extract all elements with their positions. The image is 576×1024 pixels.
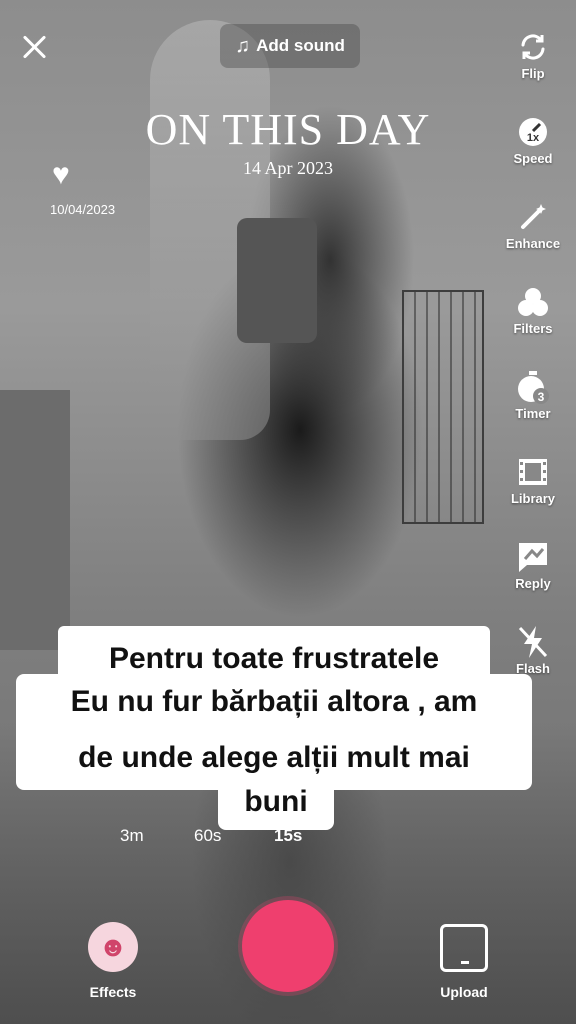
speed-icon: 1x (498, 115, 568, 149)
enhance-label: Enhance (505, 236, 561, 251)
reply-label: Reply (515, 576, 551, 591)
flash-icon (498, 625, 568, 659)
reply-button[interactable]: Reply (498, 540, 568, 591)
library-button[interactable]: Library (498, 455, 568, 506)
memory-title: ON THIS DAY (145, 105, 431, 154)
preview-phone (237, 218, 317, 343)
close-icon[interactable] (20, 32, 50, 62)
upload-icon (440, 924, 488, 972)
duration-15s[interactable]: 15s (274, 826, 302, 846)
duration-3m[interactable]: 3m (120, 826, 144, 846)
music-note-icon: ♫ (235, 34, 251, 57)
flip-icon (498, 30, 568, 64)
speed-label: Speed (513, 151, 553, 166)
timer-icon: 3 (498, 370, 568, 404)
flip-button[interactable]: Flip (498, 30, 568, 81)
library-label: Library (510, 491, 556, 506)
filters-label: Filters (513, 321, 553, 336)
duration-60s[interactable]: 60s (194, 826, 221, 846)
flip-label: Flip (521, 66, 545, 81)
upload-label: Upload (440, 984, 488, 1000)
record-button[interactable] (242, 900, 334, 992)
timer-label: Timer (515, 406, 551, 421)
flash-button[interactable]: Flash (498, 625, 568, 676)
svg-text:3: 3 (538, 390, 545, 404)
timer-button[interactable]: 3 Timer (498, 370, 568, 421)
effects-button[interactable]: ☻ Effects (86, 922, 140, 1000)
svg-text:1x: 1x (527, 132, 540, 144)
caption-line-3: de unde alege alții mult mai (78, 741, 470, 774)
filters-icon (498, 285, 568, 319)
effects-icon: ☻ (88, 922, 138, 972)
add-sound-button[interactable]: ♫ Add sound (220, 24, 360, 68)
library-icon (498, 455, 568, 489)
memory-date: 14 Apr 2023 (243, 158, 333, 178)
reply-icon (498, 540, 568, 574)
filters-button[interactable]: Filters (498, 285, 568, 336)
caption-block[interactable]: Eu nu fur bărbații altora , am de unde a… (16, 674, 532, 790)
caption-line-4[interactable]: buni (218, 780, 334, 830)
effects-label: Effects (89, 984, 137, 1000)
speed-button[interactable]: 1x Speed (498, 115, 568, 166)
upload-button[interactable]: Upload (436, 924, 492, 1000)
enhance-icon (498, 200, 568, 234)
preview-dresser (0, 390, 70, 650)
add-sound-label: Add sound (256, 36, 345, 55)
heart-date: 10/04/2023 (50, 202, 116, 217)
preview-cage (402, 290, 484, 524)
caption-line-2: Eu nu fur bărbații altora , am (70, 685, 478, 718)
enhance-button[interactable]: Enhance (498, 200, 568, 251)
heart-icon[interactable]: ♥ (52, 160, 70, 190)
